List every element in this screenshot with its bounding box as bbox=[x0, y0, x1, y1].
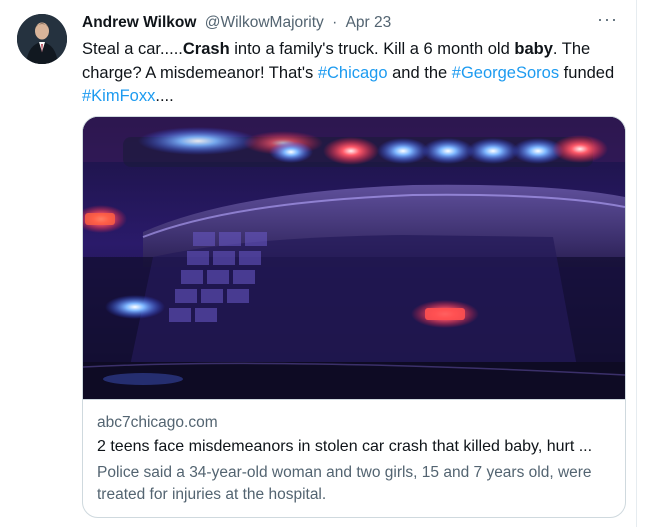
police-lights-photo bbox=[83, 117, 625, 399]
tweet-text-bold: Crash bbox=[182, 40, 230, 58]
card-image bbox=[83, 117, 625, 399]
tweet-text-part: funded bbox=[559, 63, 615, 82]
tweet-text-part: Steal a car..... bbox=[82, 40, 183, 58]
card-description: Police said a 34-year-old woman and two … bbox=[97, 464, 592, 503]
author-handle[interactable]: @WilkowMajority bbox=[205, 14, 324, 31]
avatar[interactable] bbox=[17, 14, 67, 64]
hashtag-link[interactable]: #KimFoxx bbox=[82, 87, 155, 105]
tweet-date[interactable]: Apr 23 bbox=[346, 14, 392, 31]
avatar-photo bbox=[17, 14, 67, 64]
more-options-icon[interactable]: ··· bbox=[597, 10, 618, 28]
tweet-header: Andrew Wilkow @WilkowMajority · Apr 23 bbox=[82, 14, 391, 32]
card-domain: abc7chicago.com bbox=[97, 414, 218, 431]
link-preview-card[interactable]: abc7chicago.com 2 teens face misdemeanor… bbox=[82, 116, 626, 518]
tweet-text-part: and the bbox=[387, 63, 452, 82]
card-headline[interactable]: 2 teens face misdemeanors in stolen car … bbox=[97, 438, 617, 456]
tweet-text-bold: baby bbox=[514, 40, 553, 58]
hashtag-link[interactable]: #Chicago bbox=[318, 64, 388, 82]
tweet-text-part: into a family's truck. Kill a 6 month ol… bbox=[229, 40, 515, 58]
timeline-divider bbox=[636, 0, 637, 527]
tweet-text-part: .... bbox=[155, 87, 174, 105]
author-name[interactable]: Andrew Wilkow bbox=[82, 14, 196, 31]
tweet-text: Steal a car.....Crash into a family's tr… bbox=[82, 38, 627, 109]
hashtag-link[interactable]: #GeorgeSoros bbox=[452, 64, 559, 82]
card-meta: abc7chicago.com 2 teens face misdemeanor… bbox=[83, 399, 625, 517]
header-separator: · bbox=[332, 14, 338, 31]
